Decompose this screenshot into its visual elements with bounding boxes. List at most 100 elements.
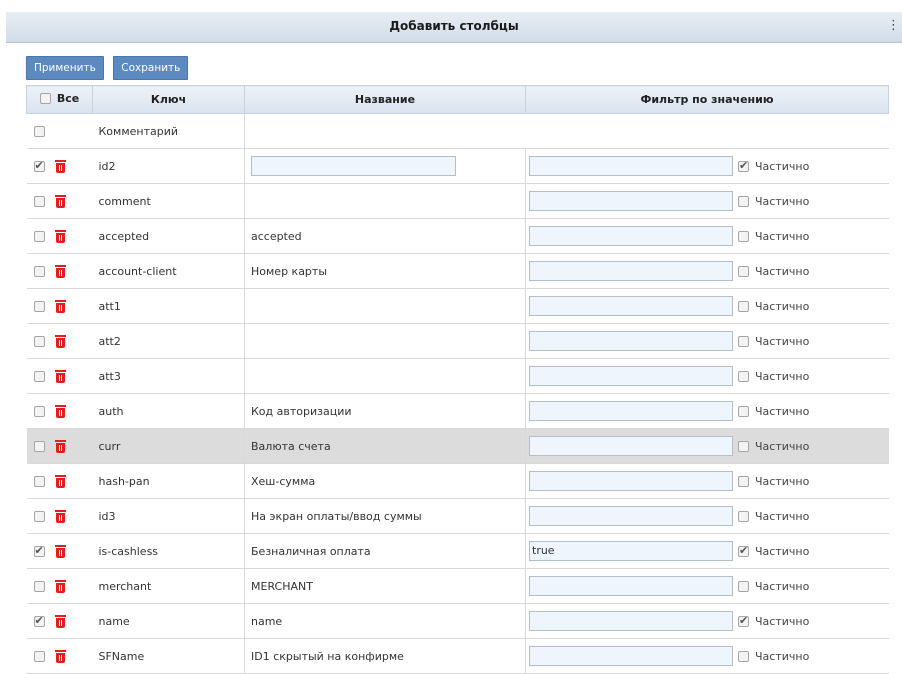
trash-icon[interactable] [54, 229, 66, 243]
row-checkbox[interactable] [33, 544, 45, 557]
partial-checkbox[interactable] [738, 476, 749, 487]
row-checkbox[interactable] [33, 195, 45, 207]
row-key-cell: att2 [92, 323, 245, 359]
trash-icon[interactable] [54, 404, 66, 418]
trash-icon[interactable] [54, 579, 66, 593]
row-checkbox[interactable] [33, 159, 45, 172]
table-row: account-client Номер карты Частично [26, 253, 889, 289]
filter-value-input[interactable] [529, 401, 733, 421]
save-button[interactable]: Сохранить [113, 56, 189, 80]
partial-checkbox[interactable] [738, 336, 749, 347]
filter-value-input[interactable] [529, 576, 733, 596]
row-controls [26, 323, 93, 359]
filter-value-input[interactable] [529, 331, 733, 351]
row-checkbox[interactable] [33, 440, 45, 452]
trash-icon[interactable] [54, 544, 66, 558]
partial-checkbox[interactable] [738, 371, 749, 382]
row-key: is-cashless [98, 544, 159, 558]
filter-value-input[interactable] [529, 261, 733, 281]
partial-checkbox[interactable] [738, 231, 749, 242]
row-key-cell: id3 [92, 498, 245, 534]
row-checkbox[interactable] [33, 335, 45, 347]
trash-icon[interactable] [54, 299, 66, 313]
columns-table: Все Ключ Название Фильтр по значению Ком… [26, 85, 889, 674]
partial-checkbox[interactable] [738, 159, 749, 172]
filter-value-input[interactable] [529, 646, 733, 666]
row-controls [26, 638, 93, 674]
partial-checkbox[interactable] [738, 301, 749, 312]
select-all-checkbox[interactable] [39, 93, 51, 104]
filter-value-input[interactable] [529, 366, 733, 386]
row-key-cell: merchant [92, 568, 245, 604]
row-filter-cell: Частично [525, 323, 889, 359]
row-checkbox[interactable] [33, 580, 45, 592]
row-key-cell: account-client [92, 253, 245, 289]
row-name: Хеш-сумма [251, 474, 316, 488]
trash-icon[interactable] [54, 649, 66, 663]
row-controls [26, 463, 93, 499]
partial-label: Частично [755, 229, 810, 243]
partial-checkbox[interactable] [738, 614, 749, 627]
row-checkbox[interactable] [33, 300, 45, 312]
filter-value-input[interactable]: true [529, 541, 733, 561]
row-key-cell: accepted [92, 218, 245, 254]
name-input[interactable] [251, 156, 456, 176]
partial-checkbox[interactable] [738, 651, 749, 662]
row-key: auth [98, 404, 124, 418]
partial-label: Частично [755, 369, 810, 383]
row-controls [26, 428, 93, 464]
partial-checkbox[interactable] [738, 266, 749, 277]
filter-value-input[interactable] [529, 506, 733, 526]
row-key: comment [98, 194, 151, 208]
row-filter-cell: Частично [525, 183, 889, 219]
row-checkbox[interactable] [33, 230, 45, 242]
row-name-cell: Валюта счета [244, 428, 526, 464]
row-checkbox[interactable] [33, 405, 45, 417]
row-controls [26, 253, 93, 289]
filter-value-input[interactable] [529, 471, 733, 491]
partial-label: Частично [755, 649, 810, 663]
filter-value-input[interactable] [529, 611, 733, 631]
trash-icon[interactable] [54, 369, 66, 383]
trash-icon[interactable] [54, 474, 66, 488]
row-controls [26, 218, 93, 254]
trash-icon[interactable] [54, 264, 66, 278]
trash-icon[interactable] [54, 614, 66, 628]
filter-value-input[interactable] [529, 156, 733, 176]
row-checkbox[interactable] [33, 265, 45, 277]
partial-label: Частично [755, 439, 810, 453]
partial-checkbox[interactable] [738, 544, 749, 557]
partial-label: Частично [755, 474, 810, 488]
filter-value-input[interactable] [529, 191, 733, 211]
partial-checkbox[interactable] [738, 406, 749, 417]
row-name: name [251, 614, 283, 628]
filter-value-input[interactable] [529, 436, 733, 456]
partial-label: Частично [755, 194, 810, 208]
partial-checkbox[interactable] [738, 441, 749, 452]
apply-button[interactable]: Применить [26, 56, 104, 80]
trash-icon[interactable] [54, 439, 66, 453]
row-name: Валюта счета [251, 439, 331, 453]
partial-checkbox[interactable] [738, 511, 749, 522]
row-checkbox[interactable] [33, 475, 45, 487]
row-name-cell: Безналичная оплата [244, 533, 526, 569]
row-checkbox[interactable] [33, 370, 45, 382]
row-filter-cell: Частично [525, 358, 889, 394]
row-checkbox[interactable] [33, 614, 45, 627]
trash-icon[interactable] [54, 509, 66, 523]
partial-checkbox[interactable] [738, 581, 749, 592]
filter-value-input[interactable] [529, 296, 733, 316]
table-row: id3 На экран оплаты/ввод суммы Частично [26, 498, 889, 534]
comment-row: Комментарий [26, 113, 889, 149]
more-icon[interactable]: ⋮ [887, 18, 900, 33]
trash-icon[interactable] [54, 194, 66, 208]
row-key-cell: auth [92, 393, 245, 429]
row-checkbox[interactable] [33, 650, 45, 662]
comment-row-checkbox[interactable] [33, 126, 45, 137]
partial-checkbox[interactable] [738, 196, 749, 207]
trash-icon[interactable] [54, 159, 66, 173]
row-name-cell: Номер карты [244, 253, 526, 289]
trash-icon[interactable] [54, 334, 66, 348]
filter-value-input[interactable] [529, 226, 733, 246]
row-checkbox[interactable] [33, 510, 45, 522]
